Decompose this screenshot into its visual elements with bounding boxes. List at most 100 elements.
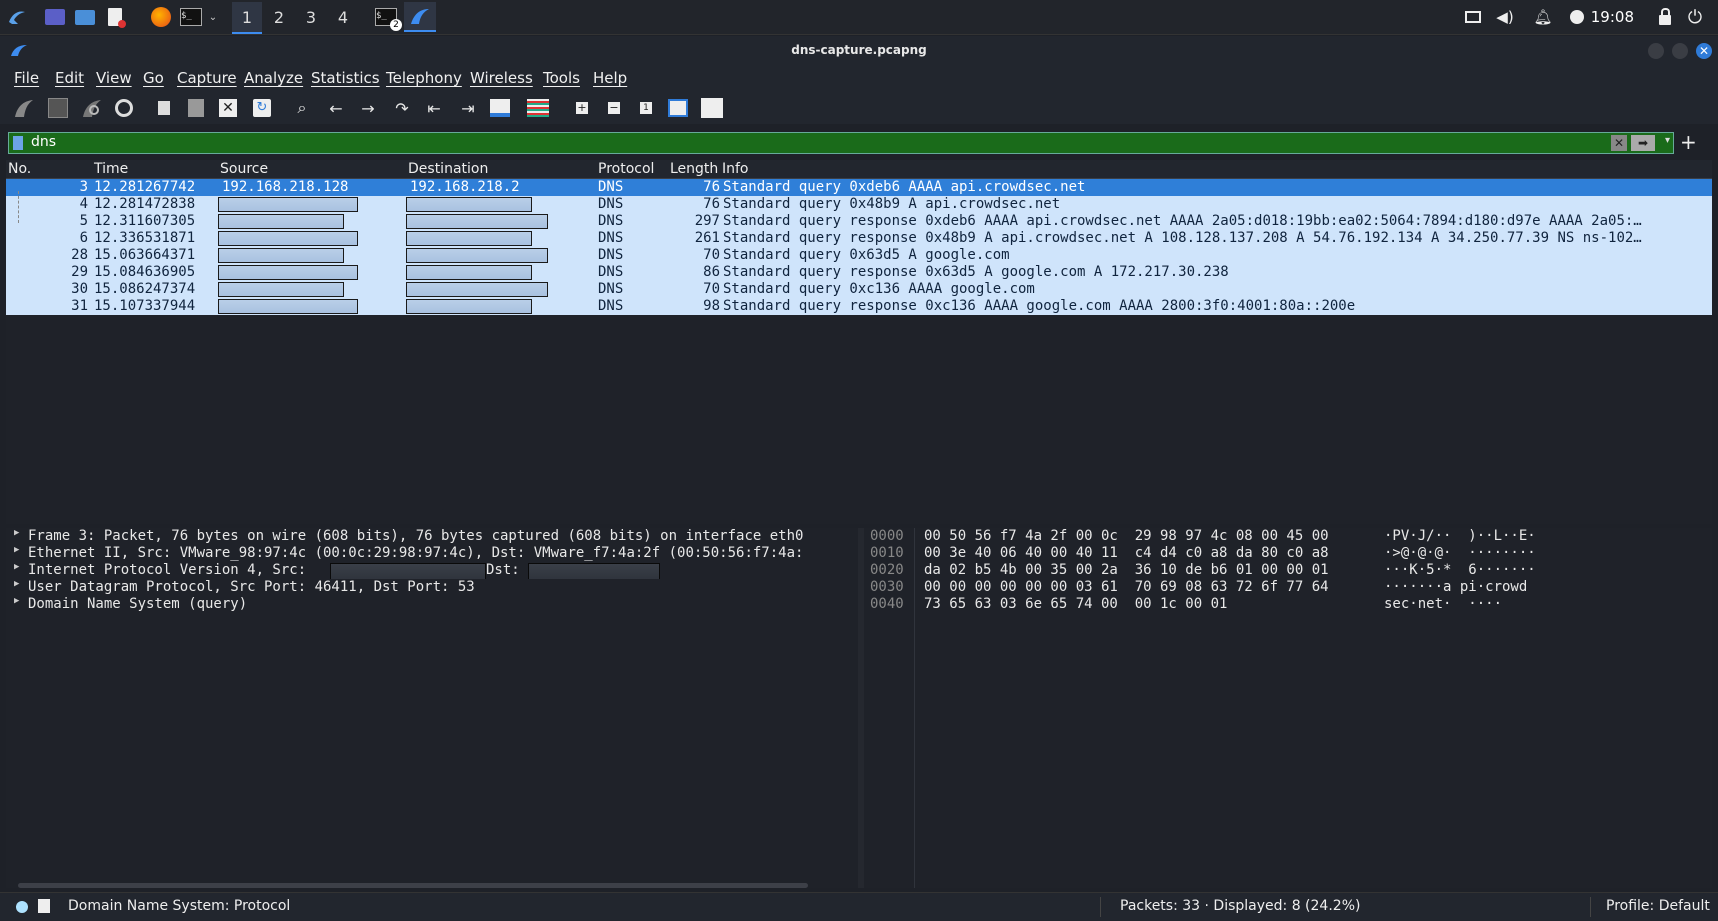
workspace-2[interactable]: 2 — [264, 2, 294, 32]
expand-arrow-icon[interactable]: ▶ — [14, 528, 19, 538]
clear-filter-icon[interactable]: ✕ — [1611, 135, 1627, 151]
reload-file-icon[interactable]: ↻ — [250, 96, 274, 120]
menu-tools[interactable]: Tools — [543, 69, 580, 87]
text-editor-icon[interactable] — [104, 4, 126, 30]
menu-wireless[interactable]: Wireless — [470, 69, 533, 87]
window-titlebar[interactable]: dns-capture.pcapng ✕ — [0, 36, 1718, 66]
zoom-out-icon[interactable]: − — [602, 96, 626, 120]
packet-bytes-pane[interactable]: 0000 00 50 56 f7 4a 2f 00 0c 29 98 97 4c … — [864, 528, 1712, 888]
start-capture-icon[interactable] — [12, 96, 36, 120]
hex-bytes[interactable]: da 02 b5 4b 00 35 00 2a 36 10 de b6 01 0… — [924, 562, 1329, 578]
filter-history-chevron-down-icon[interactable]: ▾ — [1665, 135, 1670, 146]
firefox-icon[interactable] — [150, 4, 172, 30]
display-icon[interactable] — [1462, 4, 1484, 30]
open-file-icon[interactable] — [152, 96, 176, 120]
colorize-icon[interactable] — [526, 96, 550, 120]
column-header-no[interactable]: No. — [8, 161, 31, 177]
expand-arrow-icon[interactable]: ▶ — [14, 579, 19, 589]
hex-offset[interactable]: 0030 — [870, 579, 904, 595]
terminal-icon[interactable]: $_ — [180, 4, 202, 30]
bookmark-icon[interactable] — [13, 136, 23, 150]
capture-options-gear-icon[interactable] — [112, 96, 136, 120]
hex-bytes[interactable]: 00 3e 40 06 40 00 40 11 c4 d4 c0 a8 da 8… — [924, 545, 1329, 561]
menu-edit[interactable]: Edit — [55, 69, 84, 87]
hex-bytes[interactable]: 00 50 56 f7 4a 2f 00 0c 29 98 97 4c 08 0… — [924, 528, 1329, 544]
add-filter-button-plus-icon[interactable]: + — [1680, 130, 1697, 154]
hex-ascii[interactable]: ·>@·@·@· ········ — [1384, 545, 1536, 561]
column-header-length[interactable]: Length — [670, 161, 718, 177]
menu-statistics[interactable]: Statistics — [311, 69, 380, 87]
go-to-packet-icon[interactable]: ↷ — [390, 96, 414, 120]
expand-arrow-icon[interactable]: ▶ — [14, 545, 19, 555]
detail-row-frame[interactable]: ▶ Frame 3: Packet, 76 bytes on wire (608… — [6, 528, 858, 545]
hex-bytes[interactable]: 73 65 63 03 6e 65 74 00 00 1c 00 01 — [924, 596, 1227, 612]
file-manager-icon[interactable] — [74, 4, 96, 30]
notification-bell-icon[interactable]: 🔔︎ — [1532, 4, 1554, 30]
packet-row[interactable]: 31 15.107337944 DNS 98 Standard query respon… — [6, 298, 1712, 315]
hex-offset[interactable]: 0020 — [870, 562, 904, 578]
packet-list[interactable]: No. Time Source Destination Protocol Len… — [6, 160, 1712, 524]
expand-arrow-icon[interactable]: ▶ — [14, 596, 19, 606]
hex-offset[interactable]: 0000 — [870, 528, 904, 544]
capture-comment-icon[interactable] — [38, 899, 50, 913]
hex-ascii[interactable]: ·······a pi·crowd — [1384, 579, 1527, 595]
menu-telephony[interactable]: Telephony — [386, 69, 462, 87]
packet-row[interactable]: 4 12.281472838 DNS 76 Standard query 0x48b9 … — [6, 196, 1712, 213]
stop-capture-icon[interactable] — [46, 96, 70, 120]
workspace-1[interactable]: 1 — [232, 2, 262, 34]
desktop-icon[interactable] — [44, 4, 66, 30]
menu-view[interactable]: View — [96, 69, 132, 87]
menu-go[interactable]: Go — [143, 69, 164, 87]
status-profile[interactable]: Profile: Default — [1606, 898, 1710, 914]
chevron-down-icon[interactable]: ⌄ — [206, 4, 220, 30]
hex-bytes[interactable]: 00 00 00 00 00 00 03 61 70 69 08 63 72 6… — [924, 579, 1329, 595]
workspace-3[interactable]: 3 — [296, 2, 326, 32]
hex-ascii[interactable]: ···K·5·* 6······· — [1384, 562, 1536, 578]
detail-row-udp[interactable]: ▶ User Datagram Protocol, Src Port: 4641… — [6, 579, 858, 596]
hex-ascii[interactable]: ·PV·J/·· )··L··E· — [1384, 528, 1536, 544]
kali-menu-icon[interactable] — [4, 4, 30, 30]
normal-size-icon[interactable]: 1 — [634, 96, 658, 120]
expand-arrow-icon[interactable]: ▶ — [14, 562, 19, 572]
apply-filter-icon[interactable]: ➡ — [1631, 135, 1655, 151]
menu-capture[interactable]: Capture — [177, 69, 237, 87]
terminal-window-button[interactable]: $_ 2 — [372, 4, 402, 31]
display-filter-input[interactable]: dns — [31, 134, 56, 150]
save-file-icon[interactable] — [184, 96, 208, 120]
power-status-icon[interactable] — [1566, 4, 1588, 30]
close-button[interactable]: ✕ — [1696, 43, 1712, 59]
wireshark-window-button[interactable] — [404, 2, 436, 32]
clock[interactable]: 19:08 — [1591, 8, 1634, 26]
minimize-button[interactable] — [1648, 43, 1664, 59]
hex-offset[interactable]: 0040 — [870, 596, 904, 612]
packet-row[interactable]: 29 15.084636905 DNS 86 Standard query respon… — [6, 264, 1712, 281]
last-packet-icon[interactable]: ⇥ — [456, 96, 480, 120]
packet-row[interactable]: 30 15.086247374 DNS 70 Standard query 0xc136… — [6, 281, 1712, 298]
find-packet-icon[interactable]: ⌕ — [290, 96, 314, 120]
close-file-icon[interactable]: ✕ — [216, 96, 240, 120]
packet-row[interactable]: 28 15.063664371 DNS 70 Standard query 0x63d5… — [6, 247, 1712, 264]
column-header-time[interactable]: Time — [94, 161, 128, 177]
go-forward-icon[interactable]: → — [356, 96, 380, 120]
zoom-in-icon[interactable]: + — [570, 96, 594, 120]
detail-row-dns[interactable]: ▶ Domain Name System (query) — [6, 596, 858, 613]
horizontal-scrollbar[interactable] — [18, 883, 808, 888]
resize-columns-icon[interactable] — [666, 96, 690, 120]
go-back-icon[interactable]: ← — [324, 96, 348, 120]
lock-icon[interactable] — [1654, 4, 1676, 30]
autoscroll-icon[interactable] — [488, 96, 512, 120]
maximize-button[interactable] — [1672, 43, 1688, 59]
packet-details-pane[interactable]: ▶ Frame 3: Packet, 76 bytes on wire (608… — [6, 528, 858, 888]
volume-icon[interactable]: ◀) — [1494, 4, 1516, 30]
packet-row[interactable]: 6 12.336531871 DNS 261 Standard query respon… — [6, 230, 1712, 247]
hex-offset[interactable]: 0010 — [870, 545, 904, 561]
restart-capture-icon[interactable] — [80, 96, 104, 120]
column-header-protocol[interactable]: Protocol — [598, 161, 654, 177]
display-filter-bar[interactable]: dns ✕ ➡ ▾ — [8, 132, 1674, 154]
detail-row-ethernet[interactable]: ▶ Ethernet II, Src: VMware_98:97:4c (00:… — [6, 545, 858, 562]
column-layout-icon[interactable] — [700, 96, 724, 120]
hex-ascii[interactable]: sec·net· ···· — [1384, 596, 1502, 612]
packet-row[interactable]: 5 12.311607305 DNS 297 Standard query respon… — [6, 213, 1712, 230]
first-packet-icon[interactable]: ⇤ — [422, 96, 446, 120]
menu-analyze[interactable]: Analyze — [244, 69, 303, 87]
